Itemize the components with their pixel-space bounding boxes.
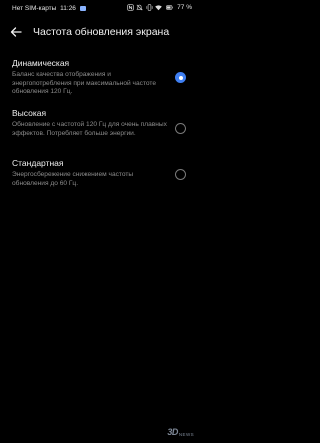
radio-button[interactable] xyxy=(175,169,186,180)
status-bar: Нет SIM-карты 11:26 77 % xyxy=(0,0,200,18)
app-bar: Частота обновления экрана xyxy=(0,18,200,46)
option-title: Высокая xyxy=(12,108,47,118)
vibrate-icon xyxy=(146,4,153,11)
nfc-icon xyxy=(127,4,134,11)
option-title: Стандартная xyxy=(12,158,64,168)
watermark-logo: 3D NEWS xyxy=(167,427,194,437)
option-description: Энергосбережение снижением частоты обнов… xyxy=(12,171,134,187)
wifi-icon xyxy=(155,5,162,11)
watermark-sub-text: NEWS xyxy=(178,432,194,437)
battery-icon xyxy=(165,5,173,10)
option-description: Обновление с частотой 120 Гц для очень п… xyxy=(12,121,167,137)
back-button[interactable] xyxy=(8,24,24,40)
status-bar-left: Нет SIM-карты 11:26 xyxy=(12,5,86,12)
mute-icon xyxy=(136,4,143,11)
carrier-label: Нет SIM-карты xyxy=(12,5,57,12)
page-title: Частота обновления экрана xyxy=(33,26,170,38)
arrow-left-icon xyxy=(10,27,22,37)
option-description: Баланс качества отображения и энергопотр… xyxy=(12,71,157,96)
sim-chip-icon xyxy=(79,5,86,11)
battery-percent: 77 % xyxy=(177,4,192,11)
option-title: Динамическая xyxy=(12,58,70,68)
watermark-logo-text: 3D xyxy=(167,427,178,437)
status-bar-right: 77 % xyxy=(127,4,192,11)
radio-button[interactable] xyxy=(175,123,186,134)
clock: 11:26 xyxy=(60,5,76,12)
radio-button-selected[interactable] xyxy=(175,72,186,83)
